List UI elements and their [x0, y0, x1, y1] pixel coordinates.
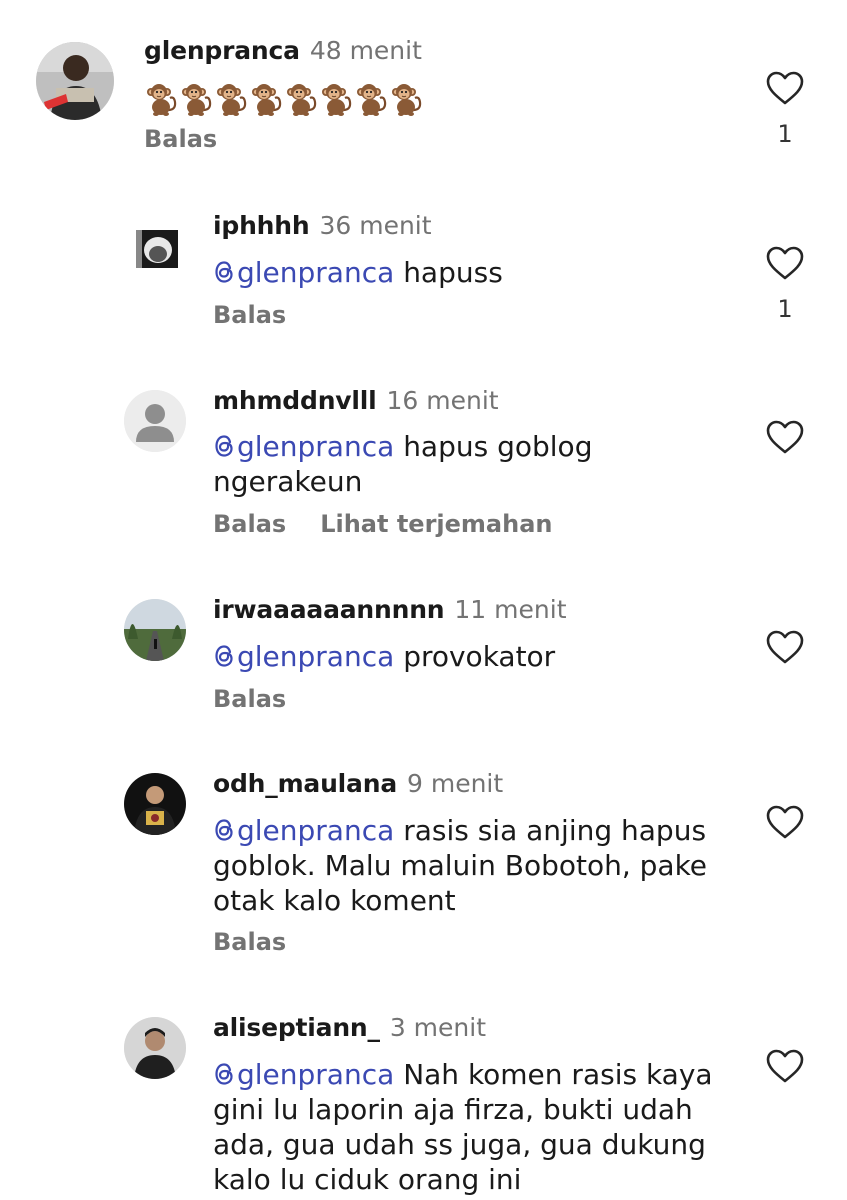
- mention-link[interactable]: glenpranca: [213, 430, 394, 463]
- username[interactable]: odh_maulana: [213, 769, 397, 798]
- avatar-photo: [124, 599, 186, 661]
- reply-button[interactable]: Balas: [213, 928, 286, 956]
- heart-outline-icon[interactable]: [765, 629, 805, 665]
- avatar[interactable]: [136, 230, 178, 268]
- mention-username: glenpranca: [237, 256, 395, 289]
- heart-outline-icon[interactable]: [765, 245, 805, 281]
- heart-outline-icon[interactable]: [765, 70, 805, 106]
- timestamp: 11 menit: [454, 595, 567, 624]
- username[interactable]: aliseptiann_: [213, 1013, 380, 1042]
- comment-header: aliseptiann_ 3 menit: [213, 1011, 486, 1045]
- like-control: [764, 1048, 806, 1084]
- timestamp: 48 menit: [309, 36, 422, 65]
- username[interactable]: irwaaaaaannnnn: [213, 595, 445, 624]
- translate-button[interactable]: Lihat terjemahan: [320, 510, 552, 538]
- username[interactable]: glenpranca: [144, 36, 300, 65]
- mention-link[interactable]: glenpranca: [213, 640, 394, 673]
- monkey-emoji-icon: [179, 80, 213, 118]
- comment-body: glenpranca hapuss: [213, 255, 723, 290]
- comment-actions: Balas: [213, 298, 286, 332]
- comment-body: glenpranca Nah komen rasis kaya gini lu …: [213, 1057, 718, 1197]
- comment-header: irwaaaaaannnnn 11 menit: [213, 593, 567, 627]
- comment-body: glenpranca hapus goblog ngerakeun: [213, 429, 633, 499]
- avatar[interactable]: [124, 1017, 186, 1079]
- heart-outline-icon[interactable]: [765, 804, 805, 840]
- timestamp: 36 menit: [319, 211, 432, 240]
- mention-link[interactable]: glenpranca: [213, 1058, 394, 1091]
- default-avatar-icon: [124, 390, 186, 452]
- reply-button[interactable]: Balas: [213, 510, 286, 538]
- comment-header: iphhhh 36 menit: [213, 209, 432, 243]
- threads-at-icon: [213, 259, 235, 285]
- monkey-emoji-icon: [284, 80, 318, 118]
- monkey-emoji-icon: [354, 80, 388, 118]
- mention-link[interactable]: glenpranca: [213, 256, 394, 289]
- comment-actions: Balas Lihat terjemahan: [213, 507, 553, 541]
- comment-header: glenpranca 48 menit: [144, 34, 422, 68]
- threads-at-icon: [213, 643, 235, 669]
- monkey-emoji-icon: [249, 80, 283, 118]
- like-count: 1: [777, 295, 793, 323]
- comment-actions: Balas: [213, 925, 286, 959]
- like-count: 1: [777, 120, 793, 148]
- monkey-emoji-icon: [389, 80, 423, 118]
- heart-outline-icon[interactable]: [765, 1048, 805, 1084]
- heart-outline-icon[interactable]: [765, 419, 805, 455]
- monkey-emoji-icon: [319, 80, 353, 118]
- mention-username: glenpranca: [237, 1058, 395, 1091]
- avatar-photo: [136, 230, 178, 268]
- avatar[interactable]: [124, 390, 186, 452]
- mention-link[interactable]: glenpranca: [213, 814, 394, 847]
- comment-text: hapuss: [403, 256, 503, 289]
- comment-body: glenpranca rasis sia anjing hapus goblok…: [213, 813, 718, 918]
- avatar-photo: [124, 1017, 186, 1079]
- like-control: [764, 804, 806, 840]
- reply-button[interactable]: Balas: [213, 301, 286, 329]
- monkey-emoji-icon: [214, 80, 248, 118]
- like-control: 1: [764, 70, 806, 148]
- avatar-photo: [36, 42, 114, 120]
- comment-header: odh_maulana 9 menit: [213, 767, 503, 801]
- comment-body: glenpranca provokator: [213, 639, 723, 674]
- threads-at-icon: [213, 817, 235, 843]
- threads-at-icon: [213, 433, 235, 459]
- comment-actions: Balas: [144, 122, 217, 156]
- reply-button[interactable]: Balas: [144, 125, 217, 153]
- mention-username: glenpranca: [237, 430, 395, 463]
- timestamp: 9 menit: [407, 769, 504, 798]
- reply-button[interactable]: Balas: [213, 685, 286, 713]
- like-control: 1: [764, 245, 806, 323]
- avatar-photo: [124, 773, 186, 835]
- username[interactable]: mhmddnvlll: [213, 386, 377, 415]
- comment-header: mhmddnvlll 16 menit: [213, 384, 499, 418]
- like-control: [764, 629, 806, 665]
- timestamp: 3 menit: [389, 1013, 487, 1042]
- monkey-emoji-icon: [144, 80, 178, 118]
- like-control: [764, 419, 806, 455]
- username[interactable]: iphhhh: [213, 211, 310, 240]
- timestamp: 16 menit: [386, 386, 499, 415]
- avatar[interactable]: [36, 42, 114, 120]
- comment-actions: Balas: [213, 682, 286, 716]
- comment-text: provokator: [403, 640, 556, 673]
- threads-at-icon: [213, 1061, 235, 1087]
- mention-username: glenpranca: [237, 640, 395, 673]
- avatar[interactable]: [124, 773, 186, 835]
- avatar[interactable]: [124, 599, 186, 661]
- mention-username: glenpranca: [237, 814, 395, 847]
- comment-body: [144, 80, 424, 120]
